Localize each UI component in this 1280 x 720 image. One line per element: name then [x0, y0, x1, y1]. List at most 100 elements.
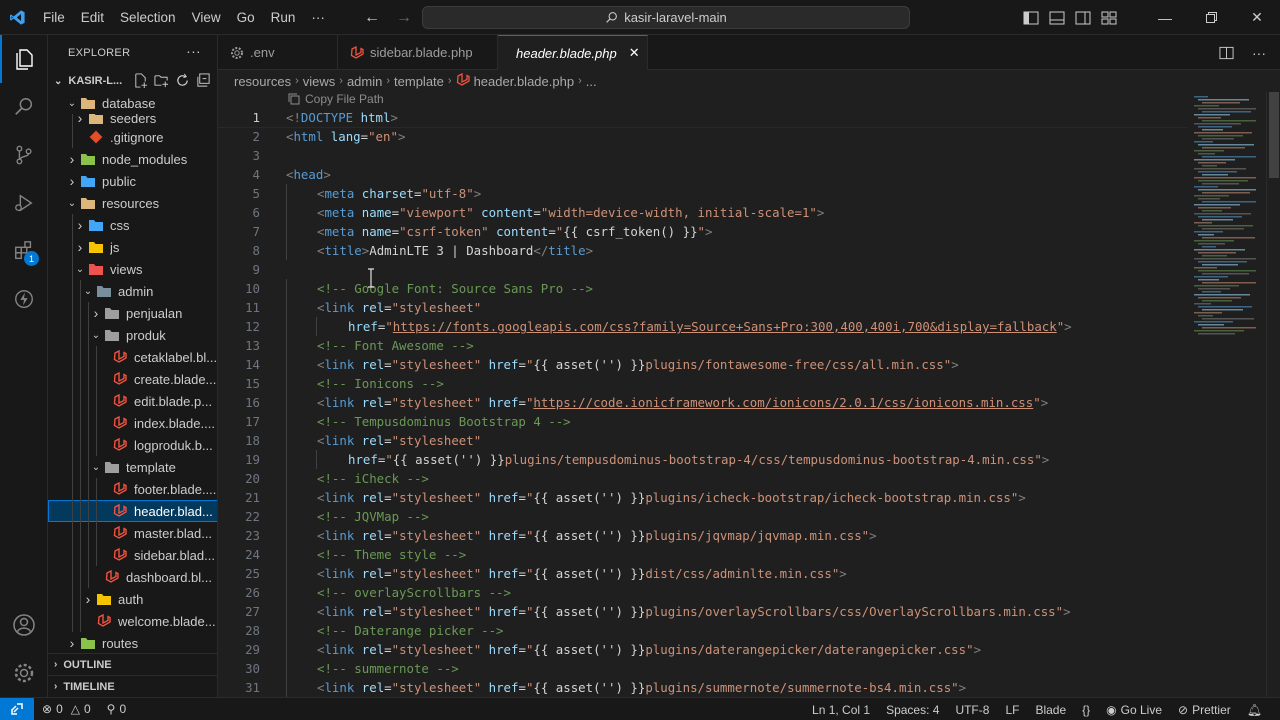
code-line[interactable]: 24 <!-- Theme style -->	[218, 545, 1188, 564]
code-line[interactable]: 28 <!-- Daterange picker -->	[218, 621, 1188, 640]
problems-indicator[interactable]: ⊗ 0 △ 0	[34, 702, 99, 716]
tree-folder[interactable]: ⌄ views	[48, 258, 217, 280]
breadcrumb-item[interactable]: header.blade.php	[474, 74, 574, 89]
ports-indicator[interactable]: ⚲ 0	[99, 702, 134, 716]
scrollbar-thumb[interactable]	[1269, 92, 1279, 178]
tree-file[interactable]: create.blade...	[48, 368, 217, 390]
breadcrumb-item[interactable]: admin	[347, 74, 382, 89]
tree-file[interactable]: edit.blade.p...	[48, 390, 217, 412]
breadcrumb-item[interactable]: resources	[234, 74, 291, 89]
timeline-section[interactable]: › TIMELINE	[48, 675, 217, 697]
tab-env[interactable]: .env	[218, 35, 338, 70]
customize-layout-icon[interactable]	[1096, 0, 1122, 35]
tree-folder[interactable]: › js	[48, 236, 217, 258]
minimap[interactable]	[1188, 92, 1266, 697]
vertical-scrollbar[interactable]	[1266, 92, 1280, 697]
tree-file[interactable]: index.blade....	[48, 412, 217, 434]
tree-folder[interactable]: ⌄ template	[48, 456, 217, 478]
tree-file[interactable]: logproduk.b...	[48, 434, 217, 456]
more-actions-icon[interactable]: ···	[186, 43, 201, 59]
close-tab-icon[interactable]: ✕	[629, 45, 640, 61]
run-debug-icon[interactable]	[0, 179, 48, 227]
code-line[interactable]: 26 <!-- overlayScrollbars -->	[218, 583, 1188, 602]
code-line[interactable]: 3	[218, 146, 1188, 165]
accounts-icon[interactable]	[0, 601, 48, 649]
manage-gear-icon[interactable]	[0, 649, 48, 697]
code-line[interactable]: 30 <!-- summernote -->	[218, 659, 1188, 678]
code-line[interactable]: 4 <head>	[218, 165, 1188, 184]
menu-item[interactable]: ···	[303, 0, 333, 35]
close-window-button[interactable]: ✕	[1234, 0, 1280, 35]
remote-indicator[interactable]	[0, 697, 34, 720]
tree-folder[interactable]: › penjualan	[48, 302, 217, 324]
code-line[interactable]: 23 <link rel="stylesheet" href="{{ asset(…	[218, 526, 1188, 545]
tree-folder[interactable]: ⌄ resources	[48, 192, 217, 214]
tree-file[interactable]: .gitignore	[48, 126, 217, 148]
tree-folder[interactable]: ⌄ produk	[48, 324, 217, 346]
code-line[interactable]: 18 <link rel="stylesheet"	[218, 431, 1188, 450]
menu-item[interactable]: Edit	[73, 0, 112, 35]
tree-folder[interactable]: › auth	[48, 588, 217, 610]
refresh-icon[interactable]	[175, 73, 190, 88]
tab-sidebar-blade-php[interactable]: sidebar.blade.php	[338, 35, 498, 70]
thunder-client-icon[interactable]	[0, 275, 48, 323]
restore-button[interactable]	[1188, 0, 1234, 35]
split-editor-icon[interactable]	[1219, 46, 1234, 60]
tree-file[interactable]: dashboard.bl...	[48, 566, 217, 588]
extensions-icon[interactable]: 1	[0, 227, 48, 275]
tree-file[interactable]: sidebar.blad...	[48, 544, 217, 566]
notifications-feedback[interactable]: {}	[1074, 703, 1098, 717]
cursor-position[interactable]: Ln 1, Col 1	[804, 703, 878, 717]
code-line[interactable]: 22 <!-- JQVMap -->	[218, 507, 1188, 526]
project-folder-row[interactable]: ⌄ KASIR-L...	[48, 70, 217, 92]
code-line[interactable]: 6 <meta name="viewport" content="width=de…	[218, 203, 1188, 222]
code-editor[interactable]: 1 <!DOCTYPE html> 2 <html lang="en"> 3 4 <head…	[218, 108, 1188, 697]
toggle-secondary-sidebar-icon[interactable]	[1070, 0, 1096, 35]
language-mode[interactable]: Blade	[1027, 703, 1074, 717]
menu-item[interactable]: View	[184, 0, 229, 35]
toggle-panel-icon[interactable]	[1044, 0, 1070, 35]
breadcrumb-item[interactable]: views	[303, 74, 336, 89]
menu-item[interactable]: File	[35, 0, 73, 35]
code-line[interactable]: 8 <title>AdminLTE 3 | Dashboard</title>	[218, 241, 1188, 260]
prettier-button[interactable]: ⊘ Prettier	[1170, 703, 1239, 717]
tree-file[interactable]: master.blad...	[48, 522, 217, 544]
code-line[interactable]: 25 <link rel="stylesheet" href="{{ asset(…	[218, 564, 1188, 583]
code-line[interactable]: 21 <link rel="stylesheet" href="{{ asset(…	[218, 488, 1188, 507]
code-line[interactable]: 10 <!-- Google Font: Source Sans Pro -->	[218, 279, 1188, 298]
code-line[interactable]: 13 <!-- Font Awesome -->	[218, 336, 1188, 355]
tree-folder[interactable]: › css	[48, 214, 217, 236]
code-line[interactable]: 20 <!-- iCheck -->	[218, 469, 1188, 488]
back-arrow-icon[interactable]: ←	[364, 9, 380, 27]
tab-header-blade-php[interactable]: header.blade.php ✕	[498, 35, 648, 70]
tree-folder[interactable]: ⌄ database	[48, 92, 217, 114]
code-line[interactable]: 19 href="{{ asset('') }}plugins/tempusdom…	[218, 450, 1188, 469]
breadcrumb-item[interactable]: ...	[586, 74, 597, 89]
code-line[interactable]: 27 <link rel="stylesheet" href="{{ asset(…	[218, 602, 1188, 621]
outline-section[interactable]: › OUTLINE	[48, 653, 217, 675]
collapse-all-icon[interactable]	[196, 73, 211, 88]
code-line[interactable]: 15 <!-- Ionicons -->	[218, 374, 1188, 393]
code-line[interactable]: 16 <link rel="stylesheet" href="https://c…	[218, 393, 1188, 412]
command-center-search[interactable]: kasir-laravel-main	[422, 6, 910, 29]
forward-arrow-icon[interactable]: →	[396, 9, 412, 27]
code-line[interactable]: 7 <meta name="csrf-token" content="{{ csr…	[218, 222, 1188, 241]
explorer-icon[interactable]	[0, 35, 48, 83]
tree-file[interactable]: header.blad...	[48, 500, 217, 522]
breadcrumb-item[interactable]: template	[394, 74, 444, 89]
tree-folder[interactable]: › public	[48, 170, 217, 192]
tree-folder[interactable]: ⌄ admin	[48, 280, 217, 302]
code-line[interactable]: 14 <link rel="stylesheet" href="{{ asset(…	[218, 355, 1188, 374]
code-line[interactable]: 9	[218, 260, 1188, 279]
tree-file[interactable]: welcome.blade...	[48, 610, 217, 632]
tree-file[interactable]: footer.blade....	[48, 478, 217, 500]
new-file-icon[interactable]	[133, 73, 148, 88]
tree-file[interactable]: cetaklabel.bl...	[48, 346, 217, 368]
go-live-button[interactable]: ◉ Go Live	[1098, 703, 1170, 717]
code-line[interactable]: 29 <link rel="stylesheet" href="{{ asset(…	[218, 640, 1188, 659]
menu-item[interactable]: Go	[229, 0, 263, 35]
code-line[interactable]: 12 href="https://fonts.googleapis.com/css…	[218, 317, 1188, 336]
code-line[interactable]: 5 <meta charset="utf-8">	[218, 184, 1188, 203]
code-line[interactable]: 31 <link rel="stylesheet" href="{{ asset(…	[218, 678, 1188, 697]
minimize-button[interactable]: —	[1142, 0, 1188, 35]
